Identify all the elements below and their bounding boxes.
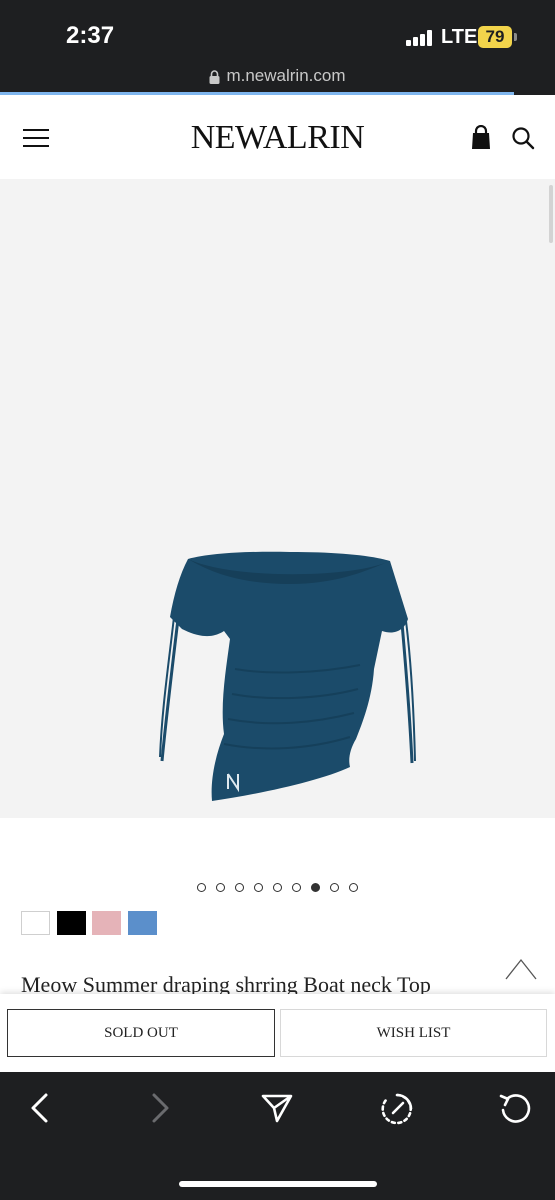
scroll-to-top-icon[interactable] — [504, 957, 538, 981]
product-image-gallery[interactable] — [0, 179, 555, 818]
sold-out-button[interactable]: SOLD OUT — [7, 1009, 275, 1057]
shopping-bag-icon[interactable] — [470, 125, 492, 151]
wish-list-button[interactable]: WISH LIST — [280, 1009, 547, 1057]
share-icon[interactable] — [260, 1092, 294, 1124]
site-header: NEWALRIN — [0, 95, 555, 179]
search-icon[interactable] — [511, 126, 535, 150]
gallery-dot[interactable] — [349, 883, 358, 892]
lock-icon — [209, 69, 220, 84]
home-indicator[interactable] — [179, 1181, 377, 1187]
swatch-white[interactable] — [21, 911, 50, 935]
gallery-dot[interactable] — [216, 883, 225, 892]
reload-icon[interactable] — [498, 1092, 532, 1126]
forward-icon[interactable] — [148, 1092, 172, 1124]
network-type: LTE — [441, 26, 478, 48]
speed-dial-icon[interactable] — [380, 1092, 414, 1126]
url-text: m.newalrin.com — [226, 66, 346, 85]
swatch-pink[interactable] — [92, 911, 121, 935]
battery-cap — [514, 33, 517, 41]
gallery-dot[interactable] — [235, 883, 244, 892]
page-scrollbar[interactable] — [549, 185, 553, 243]
status-bar: 2:37 LTE 79 m.newalrin.com — [0, 0, 555, 95]
gallery-dot[interactable] — [197, 883, 206, 892]
status-time: 2:37 — [66, 22, 115, 49]
gallery-dot[interactable] — [292, 883, 301, 892]
gallery-pagination — [0, 883, 555, 892]
address-bar[interactable]: m.newalrin.com — [0, 66, 555, 86]
gallery-dot[interactable] — [330, 883, 339, 892]
gallery-dot[interactable] — [254, 883, 263, 892]
gallery-dot[interactable] — [273, 883, 282, 892]
back-icon[interactable] — [28, 1092, 52, 1124]
swatch-black[interactable] — [57, 911, 86, 935]
gallery-dot-active[interactable] — [311, 883, 320, 892]
battery-icon: 79 — [478, 26, 512, 48]
purchase-bar: SOLD OUT WISH LIST — [0, 994, 555, 1072]
signal-icon — [406, 30, 432, 46]
product-image — [159, 551, 416, 801]
swatch-blue[interactable] — [128, 911, 157, 935]
